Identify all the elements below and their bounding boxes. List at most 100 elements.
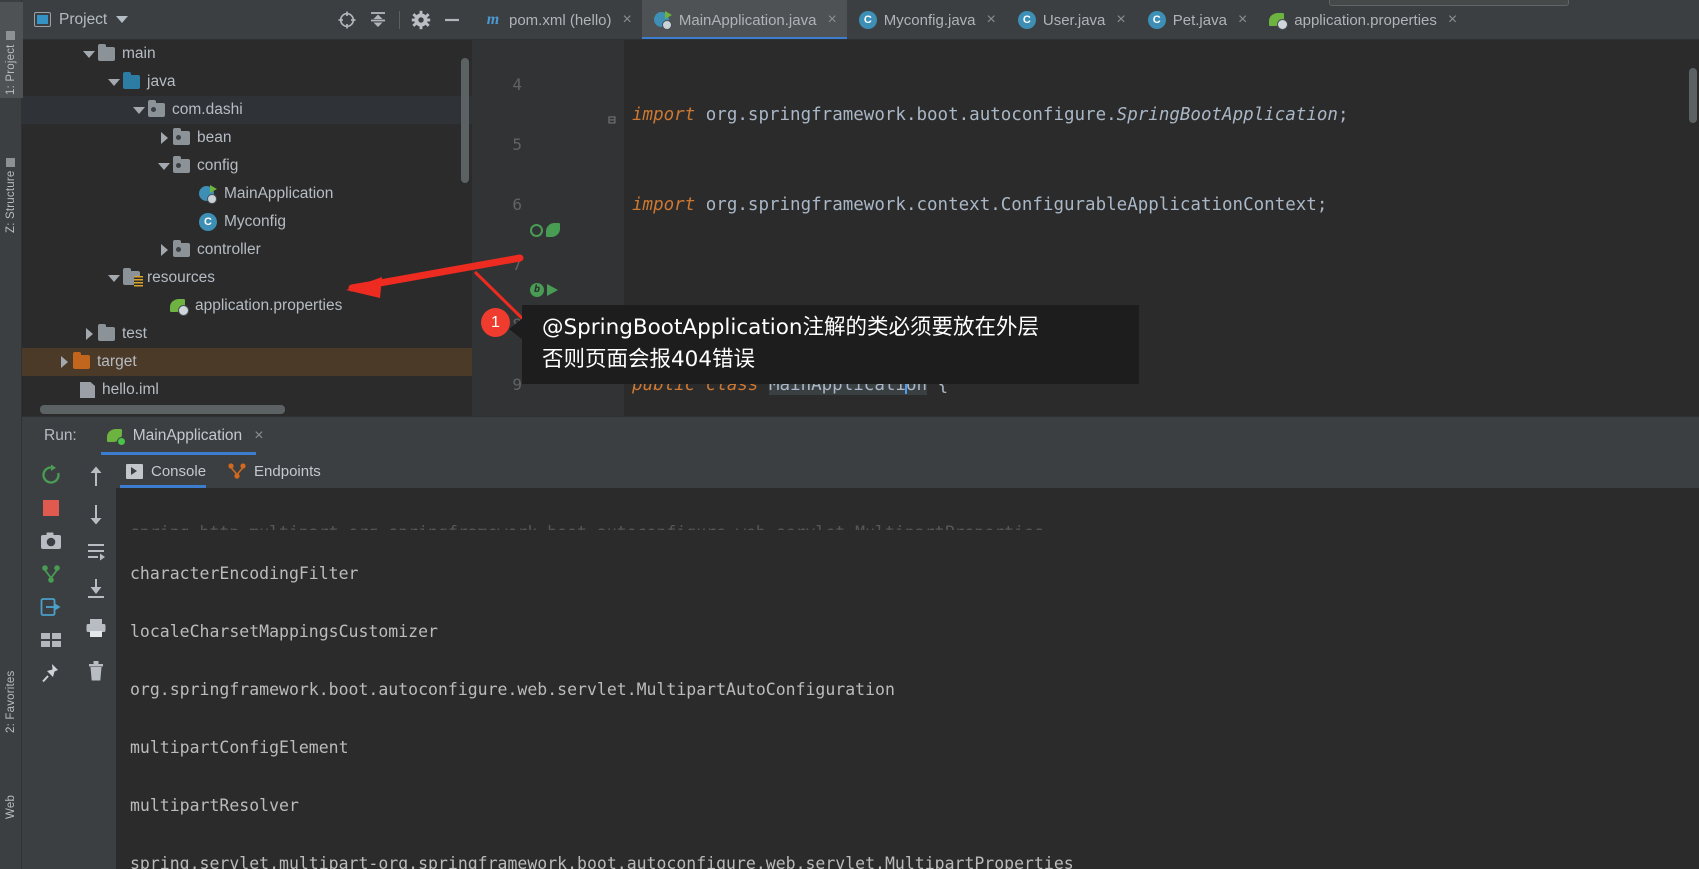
line-number: 4 — [512, 75, 522, 94]
chevron-right-icon[interactable] — [55, 356, 73, 368]
close-icon[interactable]: × — [1238, 12, 1247, 28]
tree-item-config[interactable]: config — [22, 152, 472, 180]
editor-tab-pet-java[interactable]: C Pet.java × — [1135, 0, 1258, 39]
chevron-down-icon[interactable] — [130, 106, 148, 114]
scroll-to-end-icon[interactable] — [81, 571, 111, 605]
annotation-callout: @SpringBootApplication注解的类必须要放在外层 否则页面会报… — [509, 305, 1139, 384]
tree-horizontal-scrollbar[interactable] — [40, 405, 285, 414]
console-line: multipartResolver — [130, 796, 299, 815]
chevron-down-icon[interactable] — [116, 16, 129, 23]
console-output[interactable]: spring.http.multipart-org.springframewor… — [116, 488, 1699, 869]
thread-dump-icon[interactable] — [36, 559, 66, 589]
run-gutter-icon[interactable] — [547, 284, 558, 296]
run-config-tab[interactable]: MainApplication × — [100, 417, 270, 455]
tree-item-label: MainApplication — [224, 185, 334, 202]
editor-tab-pom-xml[interactable]: m pom.xml (hello) × — [472, 0, 642, 39]
rail-project[interactable]: 1: Project — [0, 2, 23, 98]
editor-tab-mainapplication-java[interactable]: MainApplication.java × — [641, 0, 847, 39]
scroll-down-icon[interactable] — [81, 497, 111, 531]
tree-item-controller[interactable]: controller — [22, 236, 472, 264]
tree-item-resources[interactable]: resources — [22, 264, 472, 292]
tab-console[interactable]: Console — [119, 454, 207, 488]
spring-bean-gutter-icon[interactable] — [530, 223, 543, 237]
tab-console-label: Console — [151, 462, 207, 480]
trash-icon[interactable] — [81, 651, 111, 691]
annotation-line-2: 否则页面会报404错误 — [542, 347, 756, 372]
stop-icon[interactable] — [36, 493, 66, 523]
tree-item-main[interactable]: main — [22, 40, 472, 68]
line-number: 7 — [512, 255, 522, 274]
chevron-right-icon[interactable] — [80, 328, 98, 340]
collapse-all-icon[interactable] — [364, 6, 392, 34]
left-tool-rail: 1: Project Z: Structure 2: Favorites Web — [0, 0, 23, 869]
tree-item-com-dashi[interactable]: com.dashi — [22, 96, 472, 124]
project-tree[interactable]: main java com.dashi bean config MainAppl… — [22, 40, 472, 416]
close-icon[interactable]: × — [827, 12, 836, 28]
chevron-right-icon[interactable] — [155, 132, 173, 144]
editor-tab-label: Myconfig.java — [883, 11, 976, 29]
close-icon[interactable]: × — [254, 427, 263, 444]
rail-structure[interactable]: Z: Structure — [0, 108, 23, 236]
code-line: 10 //SpringApplication.run(MainApplicati… — [472, 400, 1699, 416]
chevron-down-icon[interactable] — [105, 78, 123, 86]
console-line: characterEncodingFilter — [130, 564, 359, 583]
editor-vertical-scrollbar[interactable] — [1689, 68, 1697, 123]
chevron-down-icon[interactable] — [155, 162, 173, 170]
endpoints-icon — [228, 463, 246, 479]
close-icon[interactable]: × — [623, 12, 632, 28]
run-toolbar-right — [76, 454, 116, 869]
tree-item-mainapplication[interactable]: MainApplication — [22, 180, 472, 208]
pin-icon[interactable] — [36, 658, 66, 688]
rerun-icon[interactable] — [36, 460, 66, 490]
print-icon[interactable] — [81, 608, 111, 648]
rail-favorites[interactable]: 2: Favorites — [0, 598, 23, 736]
soft-wrap-icon[interactable] — [81, 534, 111, 568]
tree-item-java[interactable]: java — [22, 68, 472, 96]
close-icon[interactable]: × — [1116, 12, 1125, 28]
tree-item-test[interactable]: test — [22, 320, 472, 348]
editor-tab-strip: m pom.xml (hello) × MainApplication.java… — [472, 0, 1699, 40]
rail-web[interactable]: Web — [0, 770, 23, 822]
minimize-icon[interactable] — [438, 6, 466, 34]
resources-folder-icon — [123, 268, 143, 287]
tab-endpoints[interactable]: Endpoints — [228, 454, 321, 488]
exit-icon[interactable] — [36, 592, 66, 622]
chevron-right-icon[interactable] — [155, 244, 173, 256]
java-class-icon: C — [1017, 11, 1036, 29]
console-line: spring.servlet.multipart-org.springframe… — [130, 854, 1074, 869]
layout-icon[interactable] — [36, 625, 66, 655]
java-class-icon: C — [858, 11, 877, 29]
gutter-icons[interactable] — [530, 283, 558, 297]
run-config-name: MainApplication — [132, 426, 243, 444]
close-icon[interactable]: × — [987, 12, 996, 28]
chevron-down-icon[interactable] — [105, 274, 123, 282]
top-search-field[interactable] — [1329, 0, 1569, 6]
line-number: 5 — [512, 135, 522, 154]
tree-item-label: application.properties — [195, 297, 343, 314]
tree-item-label: java — [147, 73, 176, 90]
code-line: 4 import org.springframework.boot.autoco… — [472, 40, 1699, 125]
spring-bean-gutter-icon[interactable] — [530, 283, 544, 297]
tree-item-myconfig[interactable]: C Myconfig — [22, 208, 472, 236]
java-class-icon: C — [1147, 11, 1166, 29]
close-icon[interactable]: × — [1448, 12, 1457, 28]
tree-item-target[interactable]: target — [22, 348, 472, 376]
fold-marker-icon[interactable]: ⊟ — [608, 106, 616, 136]
scroll-up-icon[interactable] — [81, 460, 111, 494]
editor-tab-user-java[interactable]: C User.java × — [1005, 0, 1136, 39]
locate-target-icon[interactable] — [333, 6, 361, 34]
camera-icon[interactable] — [36, 526, 66, 556]
tree-item-label: resources — [147, 269, 216, 286]
gutter-icons[interactable] — [530, 223, 560, 237]
console-play-icon — [126, 463, 143, 479]
tree-item-application-properties[interactable]: application.properties — [22, 292, 472, 320]
gear-icon[interactable] — [407, 6, 435, 34]
spring-leaf-gutter-icon[interactable] — [546, 223, 560, 237]
tree-vertical-scrollbar[interactable] — [461, 58, 469, 183]
editor-tab-myconfig-java[interactable]: C Myconfig.java × — [846, 0, 1006, 39]
tree-item-label: config — [197, 157, 239, 174]
tree-item-bean[interactable]: bean — [22, 124, 472, 152]
editor-tab-application-properties[interactable]: application.properties × — [1257, 0, 1468, 39]
tree-item-hello-iml[interactable]: hello.iml — [22, 376, 472, 404]
chevron-down-icon[interactable] — [80, 50, 98, 58]
